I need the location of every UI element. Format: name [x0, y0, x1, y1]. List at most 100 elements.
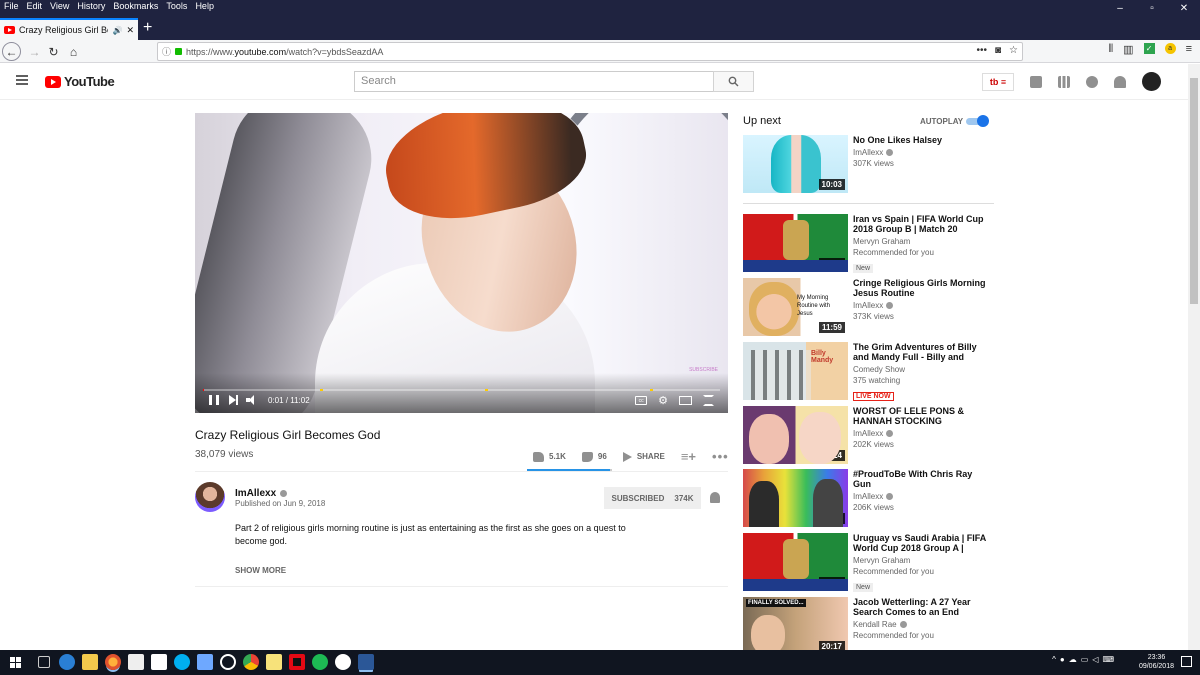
- recommended-video[interactable]: 24:17 Iran vs Spain | FIFA World Cup 201…: [743, 214, 993, 273]
- progress-bar[interactable]: [203, 389, 720, 391]
- show-hidden-icons-icon[interactable]: ^: [1052, 655, 1056, 664]
- notifications-bell-icon[interactable]: [1114, 75, 1126, 88]
- channel-avatar[interactable]: [195, 482, 225, 512]
- recommended-video[interactable]: 10:03 No One Likes Halsey ImAllexx 307K …: [743, 135, 993, 193]
- video-thumbnail[interactable]: 10:24: [743, 406, 848, 464]
- word-icon[interactable]: [358, 654, 374, 670]
- recommended-video[interactable]: 15:17 #ProudToBe With Chris Ray Gun ImAl…: [743, 469, 993, 527]
- sticky-notes-icon[interactable]: [266, 654, 282, 670]
- chrome-icon[interactable]: [243, 654, 259, 670]
- video-title-link[interactable]: Jacob Wetterling: A 27 Year Search Comes…: [853, 597, 988, 617]
- video-title-link[interactable]: WORST OF LELE PONS & HANNAH STOCKING: [853, 406, 988, 426]
- video-thumbnail[interactable]: 23:57: [743, 533, 848, 591]
- close-window-button[interactable]: ✕: [1168, 0, 1200, 16]
- video-title-link[interactable]: The Grim Adventures of Billy and Mandy F…: [853, 342, 988, 362]
- video-player[interactable]: SUBSCRIBE 0:01 / 11:02 cc ⚙: [195, 113, 728, 413]
- browser-tab[interactable]: Crazy Religious Girl Becomes 🔊 ✕: [0, 18, 138, 40]
- site-info-icon[interactable]: ⓘ: [162, 45, 171, 58]
- channel-bell-icon[interactable]: [710, 492, 720, 503]
- recommended-video[interactable]: My Morning Routine with Jesus 11:59 Crin…: [743, 278, 993, 336]
- like-button[interactable]: 5.1K: [533, 451, 566, 462]
- pause-icon[interactable]: [209, 395, 219, 405]
- netflix-icon[interactable]: [289, 654, 305, 670]
- recommended-video[interactable]: 10:24 WORST OF LELE PONS & HANNAH STOCKI…: [743, 406, 993, 464]
- menu-view[interactable]: View: [46, 0, 73, 14]
- guide-menu-icon[interactable]: [16, 75, 28, 85]
- video-title-link[interactable]: #ProudToBe With Chris Ray Gun: [853, 469, 988, 489]
- home-button[interactable]: ⌂: [64, 42, 83, 61]
- language-icon[interactable]: ⌨: [1102, 655, 1114, 664]
- task-view-icon[interactable]: [38, 656, 50, 668]
- hamburger-menu-icon[interactable]: ≡: [1186, 43, 1192, 56]
- menu-edit[interactable]: Edit: [23, 0, 47, 14]
- itunes-icon[interactable]: [335, 654, 351, 670]
- spotify-icon[interactable]: [312, 654, 328, 670]
- tubebuddy-icon[interactable]: tb ≡: [982, 72, 1014, 91]
- share-button[interactable]: SHARE: [622, 451, 665, 462]
- onedrive-icon[interactable]: ☁: [1069, 655, 1077, 664]
- subtitles-icon[interactable]: cc: [635, 396, 648, 405]
- messages-icon[interactable]: [1086, 75, 1098, 88]
- library-icon[interactable]: ⫴: [1109, 43, 1114, 56]
- more-actions-icon[interactable]: •••: [712, 449, 729, 464]
- windows-start-icon[interactable]: [10, 657, 21, 668]
- apps-grid-icon[interactable]: [1058, 75, 1070, 88]
- groove-icon[interactable]: [220, 654, 236, 670]
- speaker-icon[interactable]: 🔊: [112, 26, 122, 35]
- minimize-button[interactable]: –: [1104, 0, 1136, 16]
- close-tab-icon[interactable]: ✕: [126, 25, 134, 36]
- store-icon[interactable]: [128, 654, 144, 670]
- extension-check-icon[interactable]: ✓: [1143, 43, 1155, 54]
- mail-icon[interactable]: [151, 654, 167, 670]
- pocket-icon[interactable]: ◙: [995, 45, 1001, 56]
- subscribe-button[interactable]: SUBSCRIBED 374K: [604, 487, 701, 509]
- video-thumbnail[interactable]: 24:17: [743, 214, 848, 272]
- channel-name[interactable]: ImAllexx: [235, 488, 288, 499]
- search-input[interactable]: Search: [354, 71, 714, 92]
- menu-bookmarks[interactable]: Bookmarks: [109, 0, 162, 14]
- video-title-link[interactable]: Cringe Religious Girls Morning Jesus Rou…: [853, 278, 988, 298]
- sidebar-icon[interactable]: ▥: [1123, 43, 1133, 56]
- video-thumbnail[interactable]: My Morning Routine with Jesus 11:59: [743, 278, 848, 336]
- fullscreen-icon[interactable]: [703, 395, 714, 406]
- youtube-logo[interactable]: YouTube: [45, 74, 115, 89]
- account-avatar[interactable]: [1142, 72, 1161, 91]
- scrollbar-thumb[interactable]: [1190, 78, 1198, 304]
- create-video-icon[interactable]: [1030, 75, 1042, 88]
- show-more-button[interactable]: SHOW MORE: [235, 566, 286, 575]
- video-thumbnail[interactable]: 15:17: [743, 469, 848, 527]
- bookmark-star-icon[interactable]: ☆: [1009, 45, 1018, 56]
- autoplay-toggle[interactable]: [966, 115, 990, 127]
- tray-app-icon[interactable]: ●: [1060, 655, 1065, 664]
- movies-icon[interactable]: [197, 654, 213, 670]
- recommended-video[interactable]: 20:17 Jacob Wetterling: A 27 Year Search…: [743, 597, 993, 650]
- page-scrollbar[interactable]: [1188, 64, 1200, 650]
- video-thumbnail[interactable]: [743, 342, 848, 400]
- theater-mode-icon[interactable]: [679, 396, 692, 405]
- reload-button[interactable]: ↻: [44, 42, 63, 61]
- next-video-icon[interactable]: [229, 395, 238, 405]
- new-tab-button[interactable]: +: [143, 19, 152, 37]
- action-center-icon[interactable]: [1181, 656, 1192, 667]
- restore-button[interactable]: ▫: [1136, 0, 1168, 16]
- url-bar[interactable]: ⓘ https://www.youtube.com/watch?v=ybdsSe…: [157, 42, 1023, 61]
- recommended-video[interactable]: 23:57 Uruguay vs Saudi Arabia | FIFA Wor…: [743, 533, 993, 592]
- search-button[interactable]: [713, 71, 754, 92]
- menu-history[interactable]: History: [73, 0, 109, 14]
- settings-gear-icon[interactable]: ⚙: [658, 395, 668, 406]
- skype-icon[interactable]: [174, 654, 190, 670]
- network-icon[interactable]: ▭: [1081, 655, 1089, 664]
- forward-button[interactable]: →: [25, 42, 44, 61]
- video-title-link[interactable]: Uruguay vs Saudi Arabia | FIFA World Cup…: [853, 533, 988, 553]
- dislike-button[interactable]: 96: [581, 451, 607, 462]
- page-actions-icon[interactable]: •••: [976, 45, 987, 56]
- menu-tools[interactable]: Tools: [162, 0, 191, 14]
- file-explorer-icon[interactable]: [82, 654, 98, 670]
- edge-icon[interactable]: [59, 654, 75, 670]
- menu-help[interactable]: Help: [191, 0, 218, 14]
- taskbar-clock[interactable]: 23:36 09/06/2018: [1139, 653, 1174, 671]
- video-thumbnail[interactable]: 20:17: [743, 597, 848, 650]
- menu-file[interactable]: File: [0, 0, 23, 14]
- volume-icon[interactable]: [246, 395, 258, 405]
- recommended-video[interactable]: The Grim Adventures of Billy and Mandy F…: [743, 342, 993, 401]
